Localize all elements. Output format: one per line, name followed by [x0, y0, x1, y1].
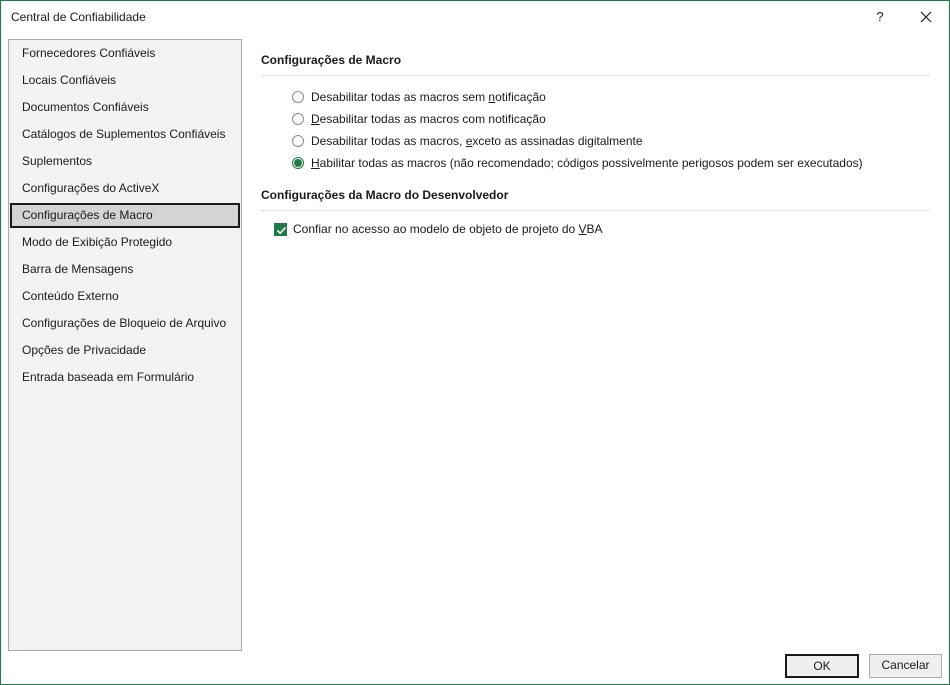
radio-button-selected[interactable] — [292, 157, 304, 169]
section-divider — [261, 75, 930, 76]
checkbox-label: Confiar no acesso ao modelo de objeto de… — [293, 222, 603, 236]
radio-label: Desabilitar todas as macros sem notifica… — [311, 90, 546, 104]
sidebar-item-protected-view[interactable]: Modo de Exibição Protegido — [10, 230, 240, 255]
close-icon — [920, 11, 932, 23]
developer-settings-heading: Configurações da Macro do Desenvolvedor — [261, 188, 509, 202]
sidebar-item-trusted-locations[interactable]: Locais Confiáveis — [10, 68, 240, 93]
sidebar-item-external-content[interactable]: Conteúdo Externo — [10, 284, 240, 309]
sidebar-item-privacy-options[interactable]: Opções de Privacidade — [10, 338, 240, 363]
radio-disable-with-notification[interactable]: Desabilitar todas as macros com notifica… — [292, 109, 546, 129]
ok-button[interactable]: OK — [785, 654, 859, 678]
radio-label: Desabilitar todas as macros com notifica… — [311, 112, 546, 126]
sidebar-item-macro-settings[interactable]: Configurações de Macro — [10, 203, 240, 228]
help-button[interactable]: ? — [867, 5, 893, 29]
title-bar: Central de Confiabilidade ? — [1, 1, 949, 33]
sidebar-item-file-block-settings[interactable]: Configurações de Bloqueio de Arquivo — [10, 311, 240, 336]
sidebar-item-activex-settings[interactable]: Configurações do ActiveX — [10, 176, 240, 201]
sidebar-item-addins[interactable]: Suplementos — [10, 149, 240, 174]
trust-center-dialog: Central de Confiabilidade ? Fornecedores… — [0, 0, 950, 685]
sidebar-item-trusted-addin-catalogs[interactable]: Catálogos de Suplementos Confiáveis — [10, 122, 240, 147]
macro-settings-heading: Configurações de Macro — [261, 53, 402, 67]
close-button[interactable] — [911, 5, 941, 29]
radio-label: Desabilitar todas as macros, exceto as a… — [311, 134, 643, 148]
category-sidebar: Fornecedores Confiáveis Locais Confiávei… — [8, 39, 242, 651]
checkbox-checked[interactable] — [274, 222, 287, 236]
sidebar-item-trusted-documents[interactable]: Documentos Confiáveis — [10, 95, 240, 120]
radio-button[interactable] — [292, 113, 304, 125]
sidebar-item-trusted-publishers[interactable]: Fornecedores Confiáveis — [10, 41, 240, 66]
cancel-button[interactable]: Cancelar — [869, 654, 942, 678]
radio-disable-without-notification[interactable]: Desabilitar todas as macros sem notifica… — [292, 87, 546, 107]
dialog-title: Central de Confiabilidade — [11, 10, 146, 24]
sidebar-item-message-bar[interactable]: Barra de Mensagens — [10, 257, 240, 282]
section-divider — [261, 210, 930, 211]
sidebar-item-form-based-signin[interactable]: Entrada baseada em Formulário — [10, 365, 240, 390]
radio-disable-except-signed[interactable]: Desabilitar todas as macros, exceto as a… — [292, 131, 643, 151]
checkbox-trust-vba-access[interactable]: Confiar no acesso ao modelo de objeto de… — [274, 219, 603, 239]
radio-button[interactable] — [292, 135, 304, 147]
radio-enable-all-macros[interactable]: Habilitar todas as macros (não recomenda… — [292, 153, 863, 173]
checkmark-icon — [276, 226, 287, 234]
radio-label: Habilitar todas as macros (não recomenda… — [311, 156, 863, 170]
radio-button[interactable] — [292, 91, 304, 103]
